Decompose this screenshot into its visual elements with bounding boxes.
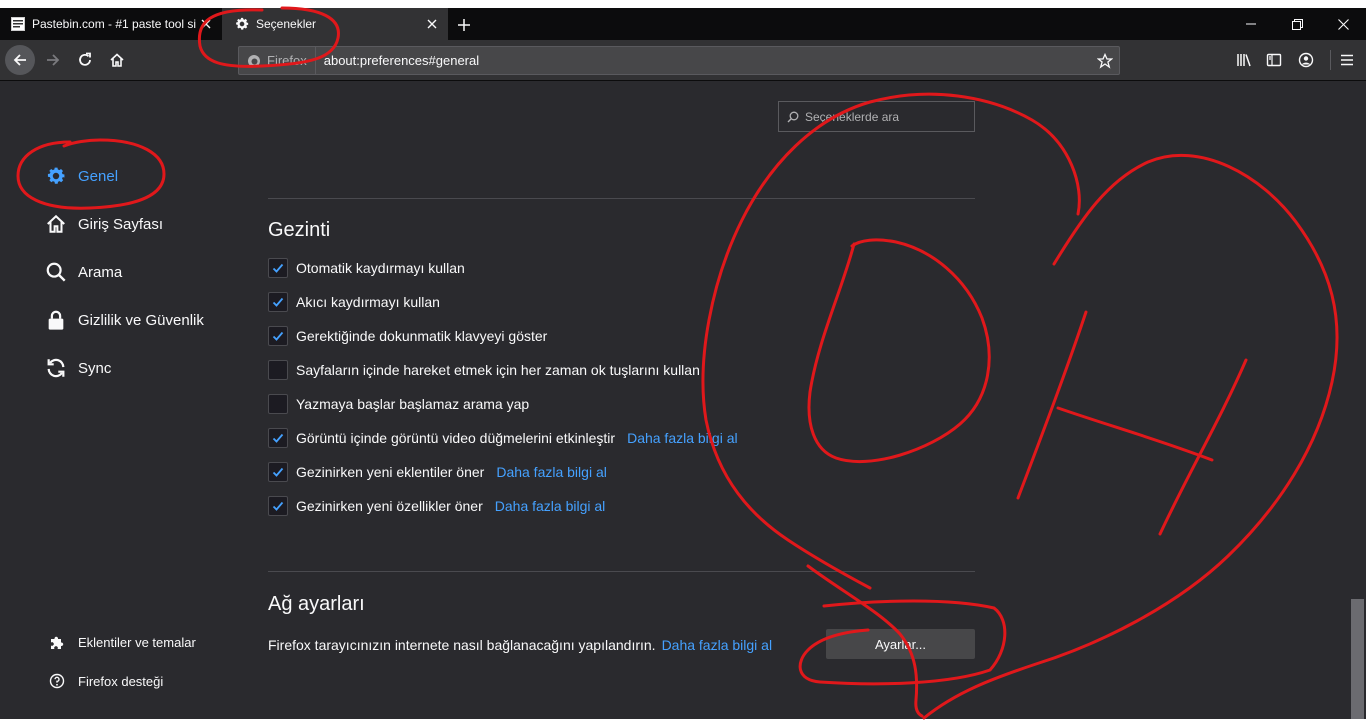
- support-label: Firefox desteği: [78, 673, 164, 689]
- option-smooth-scroll[interactable]: Akıcı kaydırmayı kullan: [268, 291, 440, 313]
- option-label: Akıcı kaydırmayı kullan: [296, 294, 440, 310]
- tab-preferences[interactable]: Seçenekler: [222, 8, 448, 40]
- addons-label: Eklentiler ve temalar: [78, 634, 196, 650]
- gear-icon: [44, 164, 68, 188]
- tab-strip: Pastebin.com - #1 paste tool si Seçenekl…: [0, 8, 1366, 40]
- sync-icon: [44, 356, 68, 380]
- category-label: Sync: [78, 359, 112, 377]
- search-icon: [787, 111, 799, 123]
- network-description: Firefox tarayıcınızın internete nasıl ba…: [268, 637, 656, 653]
- category-search[interactable]: Arama: [44, 257, 122, 287]
- learn-more-link[interactable]: Daha fazla bilgi al: [662, 637, 773, 653]
- reload-button[interactable]: [70, 45, 100, 75]
- checkbox-checked-icon[interactable]: [268, 292, 288, 312]
- preferences-page: Genel Giriş Sayfası Arama Gizlilik ve Gü…: [0, 81, 1366, 719]
- identity-label: Firefox: [267, 53, 307, 68]
- option-label: Gezinirken yeni özellikler öner: [296, 498, 483, 514]
- preferences-search-input[interactable]: Seçeneklerde ara: [778, 101, 975, 132]
- taskbar-edge: [0, 719, 1366, 725]
- toolbar-separator: [1330, 50, 1331, 70]
- checkbox-checked-icon[interactable]: [268, 326, 288, 346]
- option-recommend-extensions[interactable]: Gezinirken yeni eklentiler öner Daha faz…: [268, 461, 607, 483]
- lock-icon: [44, 308, 68, 332]
- category-label: Gizlilik ve Güvenlik: [78, 311, 204, 329]
- close-window-button[interactable]: [1320, 8, 1366, 40]
- tab-pastebin[interactable]: Pastebin.com - #1 paste tool si: [0, 8, 222, 40]
- category-label: Arama: [78, 263, 123, 281]
- new-tab-button[interactable]: [452, 14, 476, 36]
- bookmark-star-icon[interactable]: [1091, 52, 1119, 69]
- learn-more-link[interactable]: Daha fazla bilgi al: [495, 498, 606, 514]
- close-tab-icon[interactable]: [196, 14, 216, 34]
- learn-more-link[interactable]: Daha fazla bilgi al: [496, 464, 607, 480]
- network-description-row: Firefox tarayıcınızın internete nasıl ba…: [268, 634, 772, 656]
- checkbox-checked-icon[interactable]: [268, 258, 288, 278]
- option-autoscroll[interactable]: Otomatik kaydırmayı kullan: [268, 257, 465, 279]
- category-general[interactable]: Genel: [44, 161, 118, 191]
- account-icon[interactable]: [1294, 48, 1318, 72]
- checkbox-unchecked[interactable]: [268, 394, 288, 414]
- network-settings-button[interactable]: Ayarlar...: [826, 629, 975, 659]
- browsing-heading: Gezinti: [268, 219, 331, 241]
- search-icon: [44, 260, 68, 284]
- addons-link[interactable]: Eklentiler ve temalar: [48, 631, 196, 653]
- support-link[interactable]: Firefox desteği: [48, 670, 163, 692]
- pastebin-favicon-icon: [10, 16, 26, 32]
- menu-hamburger-icon[interactable]: [1335, 48, 1359, 72]
- checkbox-checked-icon[interactable]: [268, 462, 288, 482]
- url-text[interactable]: about:preferences#general: [316, 53, 1091, 68]
- firefox-logo-icon: [248, 54, 260, 67]
- identity-box[interactable]: Firefox: [239, 47, 316, 74]
- category-home[interactable]: Giriş Sayfası: [44, 209, 163, 239]
- checkbox-checked-icon[interactable]: [268, 428, 288, 448]
- option-caret-browsing[interactable]: Sayfaların içinde hareket etmek için her…: [268, 359, 700, 381]
- checkbox-checked-icon[interactable]: [268, 496, 288, 516]
- navigation-toolbar: Firefox about:preferences#general: [0, 40, 1366, 81]
- tab-title: Seçenekler: [256, 17, 317, 31]
- category-sync[interactable]: Sync: [44, 353, 111, 383]
- option-label: Otomatik kaydırmayı kullan: [296, 260, 465, 276]
- tab-title: Pastebin.com - #1 paste tool si: [32, 17, 196, 31]
- puzzle-icon: [48, 633, 66, 651]
- section-divider: [268, 198, 975, 199]
- category-privacy[interactable]: Gizlilik ve Güvenlik: [44, 305, 204, 335]
- option-label: Sayfaların içinde hareket etmek için her…: [296, 362, 700, 378]
- network-heading: Ağ ayarları: [268, 593, 365, 615]
- checkbox-unchecked[interactable]: [268, 360, 288, 380]
- option-touch-keyboard[interactable]: Gerektiğinde dokunmatik klavyeyi göster: [268, 325, 547, 347]
- section-divider: [268, 571, 975, 572]
- option-search-typing[interactable]: Yazmaya başlar başlamaz arama yap: [268, 393, 529, 415]
- sidebar-toggle-icon[interactable]: [1262, 48, 1286, 72]
- option-label: Görüntü içinde görüntü video düğmelerini…: [296, 430, 616, 446]
- search-placeholder: Seçeneklerde ara: [805, 109, 900, 124]
- back-button[interactable]: [5, 45, 35, 75]
- home-icon: [44, 212, 68, 236]
- option-label: Gezinirken yeni eklentiler öner: [296, 464, 485, 480]
- close-tab-icon[interactable]: [422, 14, 442, 34]
- option-label: Yazmaya başlar başlamaz arama yap: [296, 396, 530, 412]
- restore-button[interactable]: [1274, 8, 1320, 40]
- library-icon[interactable]: [1232, 48, 1256, 72]
- option-label: Gerektiğinde dokunmatik klavyeyi göster: [296, 328, 548, 344]
- scrollbar-thumb[interactable]: [1351, 599, 1364, 719]
- option-pip-toggle[interactable]: Görüntü içinde görüntü video düğmelerini…: [268, 427, 738, 449]
- forward-button[interactable]: [38, 45, 68, 75]
- category-label: Genel: [78, 167, 119, 185]
- gear-icon: [234, 16, 250, 32]
- url-bar[interactable]: Firefox about:preferences#general: [238, 46, 1120, 75]
- minimize-button[interactable]: [1228, 8, 1274, 40]
- category-label: Giriş Sayfası: [78, 215, 164, 233]
- home-button[interactable]: [102, 45, 132, 75]
- help-icon: [48, 672, 66, 690]
- option-recommend-features[interactable]: Gezinirken yeni özellikler öner Daha faz…: [268, 495, 605, 517]
- learn-more-link[interactable]: Daha fazla bilgi al: [627, 430, 738, 446]
